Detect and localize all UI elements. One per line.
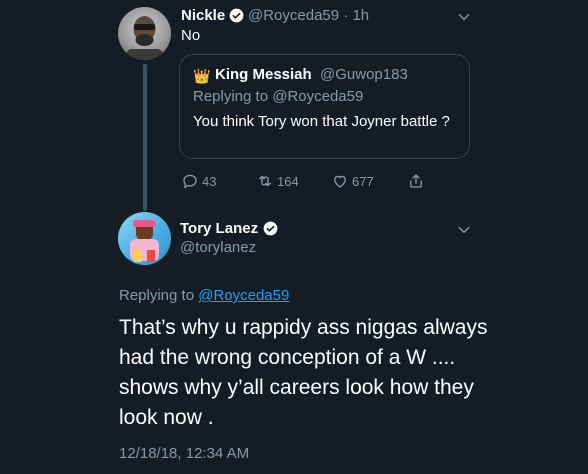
like-button[interactable]: 677 <box>331 171 374 191</box>
heart-icon <box>334 175 346 188</box>
tweet-timestamp[interactable]: 12/18/18, 12:34 AM <box>119 445 249 462</box>
retweet-count: 164 <box>277 173 299 189</box>
retweet-icon <box>259 175 271 187</box>
chevron-down-icon[interactable] <box>457 10 471 24</box>
quoted-replying-to: Replying to @Royceda59 <box>193 88 364 105</box>
main-handle[interactable]: @torylanez <box>180 239 256 256</box>
verified-badge-icon <box>229 8 244 23</box>
replying-to-line: Replying to @Royceda59 <box>119 287 289 304</box>
reply-button[interactable]: 43 <box>181 171 216 191</box>
tory-lanez-avatar[interactable] <box>118 212 171 265</box>
parent-handle-time[interactable]: @Royceda59 · 1h <box>248 7 369 24</box>
avatar-image <box>126 16 163 60</box>
reply-count: 43 <box>202 173 217 189</box>
retweet-button[interactable]: 164 <box>256 171 299 191</box>
parent-author-name[interactable]: Nickle <box>181 7 225 24</box>
replying-to-link[interactable]: @Royceda59 <box>198 287 289 304</box>
replying-to-prefix: Replying to <box>119 287 199 304</box>
tweet-thread: Nickle @Royceda59 · 1h No 👑 King Messiah… <box>0 0 588 474</box>
parent-tweet-text: No <box>181 27 201 44</box>
crown-icon: 👑 <box>193 68 211 84</box>
quoted-tweet[interactable]: 👑 King Messiah @Guwop183 Replying to @Ro… <box>179 54 470 159</box>
share-icon <box>410 174 422 188</box>
main-tweet-text: That’s why u rappidy ass niggas always h… <box>119 316 488 429</box>
chevron-down-icon[interactable] <box>457 223 471 237</box>
quoted-tweet-text: You think Tory won that Joyner battle ? <box>193 113 450 130</box>
verified-badge-icon <box>263 221 278 236</box>
quoted-author-name: King Messiah <box>215 66 312 83</box>
avatar-image <box>130 220 159 262</box>
like-count: 677 <box>352 173 374 189</box>
main-author-name[interactable]: Tory Lanez <box>180 220 258 237</box>
thread-connector-line <box>143 64 147 211</box>
quoted-handle: @Guwop183 <box>320 66 408 83</box>
nickle-avatar[interactable] <box>118 7 171 60</box>
reply-icon <box>183 174 197 189</box>
share-button[interactable] <box>407 171 425 191</box>
